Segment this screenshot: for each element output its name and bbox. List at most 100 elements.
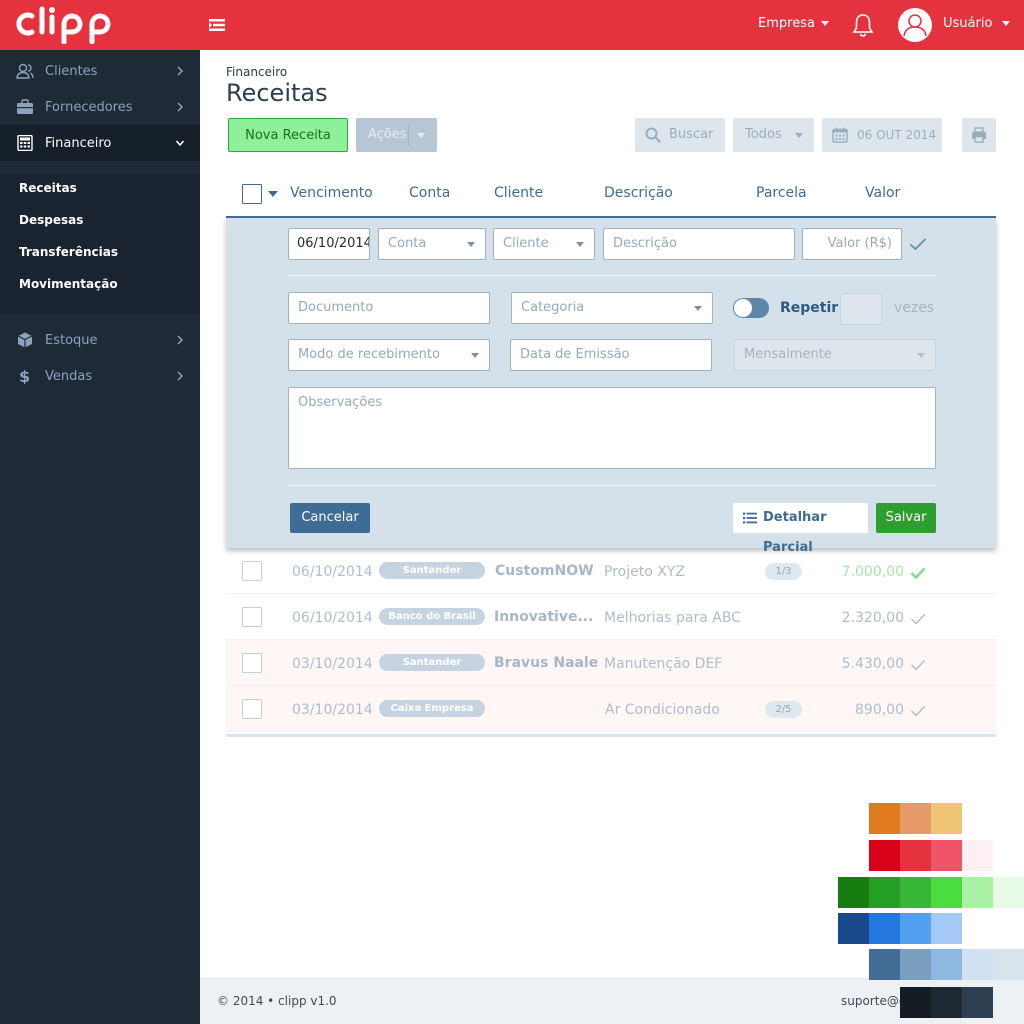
row-date: 06/10/2014 [292,564,373,580]
sidebar-item-fornecedores[interactable]: Fornecedores [0,89,200,125]
value-field[interactable]: Valor (R$) [802,228,902,260]
submenu-item-receitas[interactable]: Receitas [19,181,77,195]
support-email[interactable]: suporte@c [841,994,905,1008]
table-row[interactable]: 06/10/2014 Banco do Brasil Innovative...… [226,594,996,640]
row-client[interactable]: CustomNOW [495,563,594,579]
sidebar-item-financeiro[interactable]: Financeiro [0,125,200,161]
detail-partial-button[interactable]: Detalhar Parcial [733,503,868,555]
parcel-badge: 2/5 [765,701,802,718]
table-row[interactable]: 06/10/2014 Santander CustomNOW Projeto X… [226,548,996,594]
check-icon[interactable] [910,613,926,625]
column-header-cliente[interactable]: Cliente [494,185,543,201]
sidebar: Clientes Fornecedores Financeiro Receita… [0,50,200,1024]
date-picker-button[interactable]: 06 OUT 2014 [822,118,942,152]
repeat-times-field[interactable] [840,293,882,325]
receipt-mode-placeholder: Modo de recebimento [298,347,440,362]
divider [288,275,936,276]
palette-swatch [869,913,900,944]
palette-swatch [993,877,1024,908]
submenu-item-despesas[interactable]: Despesas [19,213,83,227]
sidebar-item-clientes[interactable]: Clientes [0,53,200,89]
avatar[interactable] [898,8,932,42]
row-checkbox[interactable] [242,561,262,581]
notes-field[interactable]: Observações [288,387,936,469]
palette-swatch [931,840,962,871]
client-select[interactable]: Cliente [493,228,595,260]
client-placeholder: Cliente [503,236,549,251]
column-header-conta[interactable]: Conta [409,185,450,201]
description-field[interactable]: Descrição [603,228,795,260]
row-date: 03/10/2014 [292,656,373,672]
check-icon[interactable] [910,705,926,717]
row-description: Melhorias para ABC [604,610,741,626]
company-dropdown[interactable]: Empresa [758,16,829,31]
palette-swatch [962,949,993,980]
menu-toggle-icon[interactable] [208,16,226,34]
table-row[interactable]: 03/10/2014 Santander Bravus Naale Manute… [226,640,996,686]
palette-swatch [931,987,962,1018]
search-button[interactable]: Buscar [635,118,725,152]
row-checkbox[interactable] [242,653,262,673]
chevron-down-icon [1002,21,1011,26]
new-income-button[interactable]: Nova Receita [228,118,348,152]
row-date: 06/10/2014 [292,610,373,626]
times-label: vezes [894,300,935,316]
paid-check-icon[interactable] [910,567,926,579]
issue-date-field[interactable]: Data de Emissão [510,339,712,371]
column-header-parcela[interactable]: Parcela [756,185,807,201]
row-client[interactable]: Innovative... [494,609,593,625]
sidebar-item-estoque[interactable]: Estoque [0,322,200,358]
repeat-label: Repetir [780,300,839,316]
palette-swatch [900,949,931,980]
calendar-icon [832,127,848,143]
chevron-down-icon [176,140,184,147]
column-header-descricao[interactable]: Descrição [604,185,673,201]
select-all-checkbox[interactable] [242,184,262,204]
actions-dropdown[interactable]: Ações [356,118,437,152]
submenu-item-movimentacao[interactable]: Movimentação [19,277,118,291]
clipp-logo[interactable] [16,6,128,44]
submenu-item-transferencias[interactable]: Transferências [19,245,118,259]
table-header: Vencimento Conta Cliente Descrição Parce… [226,172,996,218]
user-dropdown[interactable]: Usuário [943,16,1011,31]
palette-swatch [993,949,1024,980]
chevron-down-icon [917,353,925,358]
cancel-button[interactable]: Cancelar [290,503,370,533]
palette-swatch [962,840,993,871]
document-field[interactable]: Documento [288,292,490,324]
check-icon[interactable] [910,659,926,671]
column-header-vencimento[interactable]: Vencimento [290,185,373,201]
divider [288,485,936,486]
breadcrumb: Financeiro [226,65,288,79]
list-icon [743,512,757,524]
filter-dropdown[interactable]: Todos [733,118,814,152]
category-placeholder: Categoria [521,300,585,315]
save-button[interactable]: Salvar [876,503,936,533]
repeat-toggle[interactable] [733,298,769,318]
palette-swatch [838,877,869,908]
row-value: 890,00 [855,702,904,718]
row-checkbox[interactable] [242,699,262,719]
svg-text:$: $ [19,368,30,384]
bank-badge: Caixa Empresa [379,700,485,717]
print-button[interactable] [962,118,996,152]
chevron-down-icon [576,242,584,247]
account-select[interactable]: Conta [378,228,486,260]
chevron-right-icon [177,335,184,345]
page-title: Receitas [226,79,328,107]
table-row[interactable]: 03/10/2014 Caixa Empresa Ar Condicionado… [226,686,996,732]
chevron-down-icon[interactable] [268,191,278,197]
check-icon[interactable] [909,237,927,251]
financeiro-submenu: Receitas Despesas Transferências Movimen… [0,173,200,314]
bell-icon[interactable] [852,13,874,37]
table-bottom-border [226,734,996,737]
due-date-field[interactable]: 06/10/2014 [288,228,370,260]
cube-icon [17,332,33,348]
row-client[interactable]: Bravus Naale [494,655,598,671]
row-checkbox[interactable] [242,607,262,627]
receipt-mode-select[interactable]: Modo de recebimento [288,339,490,371]
search-icon [645,127,661,143]
category-select[interactable]: Categoria [511,292,713,324]
sidebar-item-vendas[interactable]: $ Vendas [0,358,200,394]
column-header-valor[interactable]: Valor [865,185,900,201]
